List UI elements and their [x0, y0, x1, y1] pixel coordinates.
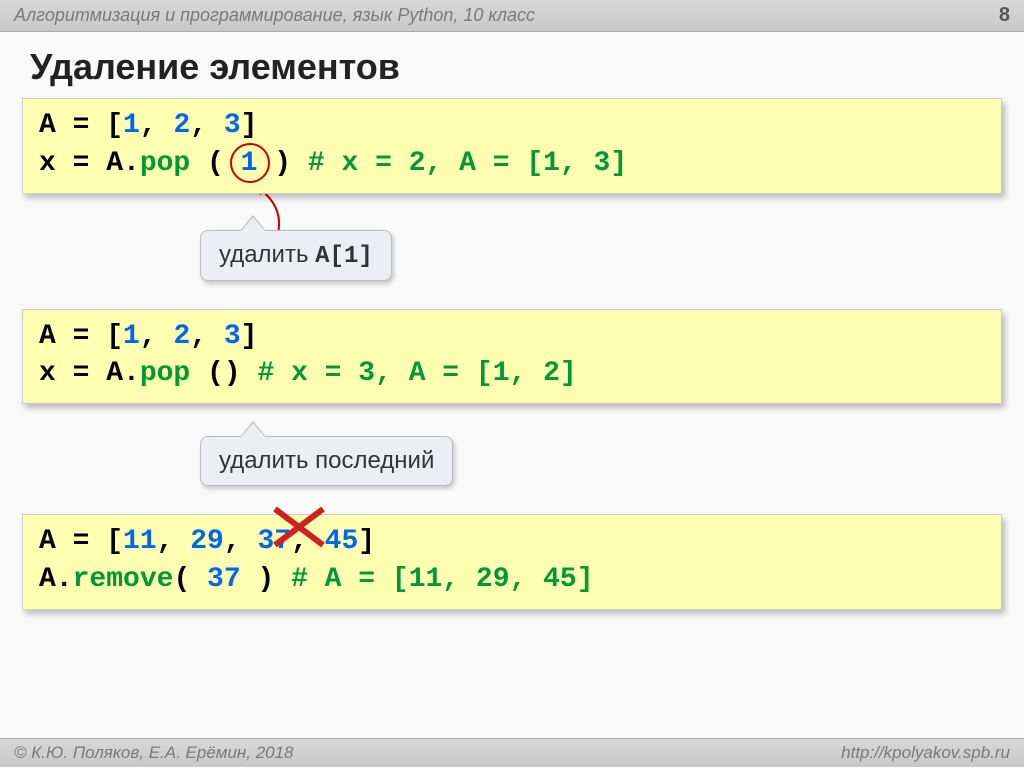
code-block-3: A = [11, 29, 37, 45] A.remove( 37 ) # A … [22, 514, 1002, 610]
callout-delete-ai: удалить A[1] [200, 230, 392, 281]
header-bar: Алгоритмизация и программирование, язык … [0, 0, 1024, 32]
code-block-1: A = [1, 2, 3] x = A.pop ( 1 ) # x = 2, A… [22, 98, 1002, 194]
page-number: 8 [999, 4, 1010, 27]
footer-url: http://kpolyakov.spb.ru [841, 743, 1010, 763]
code-line: A = [1, 2, 3] [39, 318, 985, 356]
code-block-2: A = [1, 2, 3] x = A.pop () # x = 3, A = … [22, 309, 1002, 405]
content-area: A = [1, 2, 3] x = A.pop ( 1 ) # x = 2, A… [0, 98, 1024, 610]
code-line: x = A.pop ( 1 ) # x = 2, A = [1, 3] [39, 145, 985, 183]
code-line: A = [11, 29, 37, 45] [39, 523, 985, 561]
copyright-text: © К.Ю. Поляков, Е.А. Ерёмин, 2018 [14, 743, 294, 763]
page-title: Удаление элементов [0, 32, 1024, 98]
code-line: x = A.pop () # x = 3, A = [1, 2] [39, 355, 985, 393]
circled-argument: 1 [241, 145, 258, 183]
footer-bar: © К.Ю. Поляков, Е.А. Ерёмин, 2018 http:/… [0, 738, 1024, 767]
breadcrumb: Алгоритмизация и программирование, язык … [14, 5, 535, 26]
code-line: A = [1, 2, 3] [39, 107, 985, 145]
callout-delete-last: удалить последний [200, 436, 453, 486]
code-line: A.remove( 37 ) # A = [11, 29, 45] [39, 561, 985, 599]
